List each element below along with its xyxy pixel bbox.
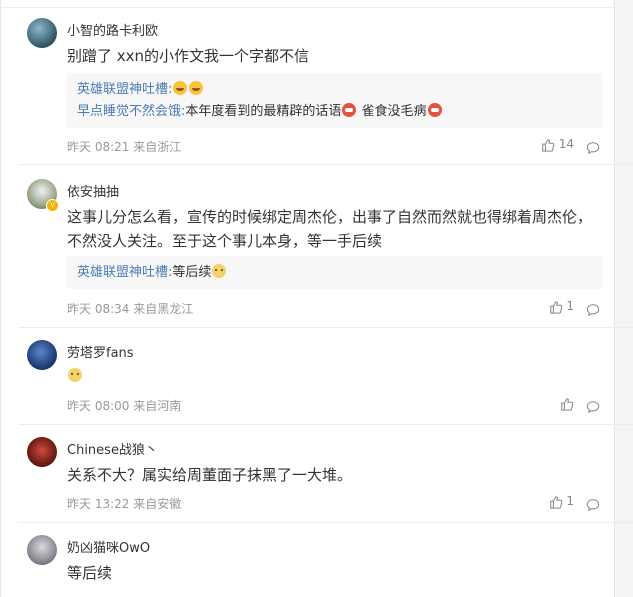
comment-time: 昨天 08:21 [67, 140, 130, 154]
comment-text: 关系不大？属实给周董面子抹黑了一大堆。 [67, 466, 353, 484]
comment-meta: 昨天 08:34 来自黑龙江 [67, 300, 193, 317]
red-face-emoji [342, 103, 357, 117]
happy-face-emoji [212, 264, 227, 278]
reply-text: 本年度看到的最精辟的话语 [185, 104, 342, 119]
reply-item: 英雄联盟神吐槽: [77, 80, 204, 99]
reply-list: 英雄联盟神吐槽:等后续 [67, 256, 603, 289]
reply-item: 英雄联盟神吐槽:等后续 [77, 263, 227, 282]
thumbs-up-icon [549, 495, 562, 509]
comment-location: 来自河南 [133, 399, 182, 413]
comment-bubble-icon [586, 498, 600, 511]
reply-username[interactable]: 英雄联盟神吐槽: [77, 82, 172, 97]
comment-location: 来自黑龙江 [133, 302, 194, 316]
comment-username[interactable]: 劳塔罗fans [67, 342, 134, 361]
comment-time: 昨天 13:22 [67, 497, 130, 511]
comment-divider [18, 164, 633, 165]
comment-bubble-icon [586, 400, 600, 413]
comment-text: 等后续 [67, 564, 113, 582]
comment-username[interactable]: 奶凶猫咪OwO [67, 537, 150, 556]
avatar[interactable] [27, 18, 57, 48]
comment-location: 来自浙江 [133, 140, 182, 154]
comment-username[interactable]: 小智的路卡利欧 [67, 20, 158, 39]
comment-text: 这事儿分怎么看，宣传的时候绑定周杰伦，出事了自然而然就也得绑着周杰伦，不然没人关… [67, 208, 593, 250]
red-face-emoji [427, 103, 442, 117]
like-count: 1 [566, 494, 574, 508]
like-button[interactable]: 1 [549, 299, 574, 314]
comment-username[interactable]: Chinese战狼丶 [67, 439, 158, 458]
like-button[interactable]: 14 [541, 137, 574, 152]
reply-button[interactable] [586, 494, 600, 513]
thumbs-up-icon [542, 138, 555, 152]
thumbs-up-icon [549, 300, 562, 314]
like-button[interactable]: 1 [549, 494, 574, 509]
comment-time: 昨天 08:34 [67, 302, 130, 316]
comment-text: 别蹭了 xxn的小作文我一个字都不信 [67, 47, 310, 65]
comment-location: 来自安徽 [133, 497, 182, 511]
top-divider [0, 7, 614, 8]
reply-button[interactable] [586, 137, 600, 156]
reply-username[interactable]: 英雄联盟神吐槽: [77, 265, 172, 280]
scrollbar-track[interactable] [615, 0, 633, 597]
verified-badge-icon: V [46, 199, 59, 212]
like-button[interactable] [560, 396, 574, 411]
avatar[interactable] [27, 340, 57, 370]
comment-meta: 昨天 13:22 来自安徽 [67, 495, 181, 512]
laugh-tears-emoji [189, 81, 204, 95]
comment-time: 昨天 08:00 [67, 399, 130, 413]
comment-meta: 昨天 08:21 来自浙江 [67, 138, 181, 155]
reply-button[interactable] [586, 299, 600, 318]
avatar[interactable] [27, 437, 57, 467]
avatar[interactable] [27, 535, 57, 565]
reply-text-continued: 雀食没毛病 [357, 104, 427, 119]
comment-divider [18, 327, 633, 328]
comment-bubble-icon [586, 303, 600, 316]
comment-text [67, 363, 597, 387]
comment-username[interactable]: 依安抽抽 [67, 181, 119, 200]
comment-bubble-icon [586, 141, 600, 154]
like-count: 14 [558, 137, 574, 151]
thumbs-up-icon [561, 397, 574, 411]
reply-text: 等后续 [172, 265, 212, 280]
laugh-tears-emoji [173, 81, 188, 95]
comment-divider [18, 522, 633, 523]
reply-username[interactable]: 早点睡觉不然会饿: [77, 104, 185, 119]
comment-meta: 昨天 08:00 来自河南 [67, 397, 181, 414]
reply-list: 英雄联盟神吐槽: 早点睡觉不然会饿:本年度看到的最精辟的话语 雀食没毛病 [67, 73, 603, 128]
like-count: 1 [566, 299, 574, 313]
reply-item: 早点睡觉不然会饿:本年度看到的最精辟的话语 雀食没毛病 [77, 102, 443, 121]
frame-left-border [0, 0, 1, 597]
reply-button[interactable] [586, 396, 600, 415]
comment-divider [18, 424, 633, 425]
happy-face-emoji [68, 368, 82, 382]
